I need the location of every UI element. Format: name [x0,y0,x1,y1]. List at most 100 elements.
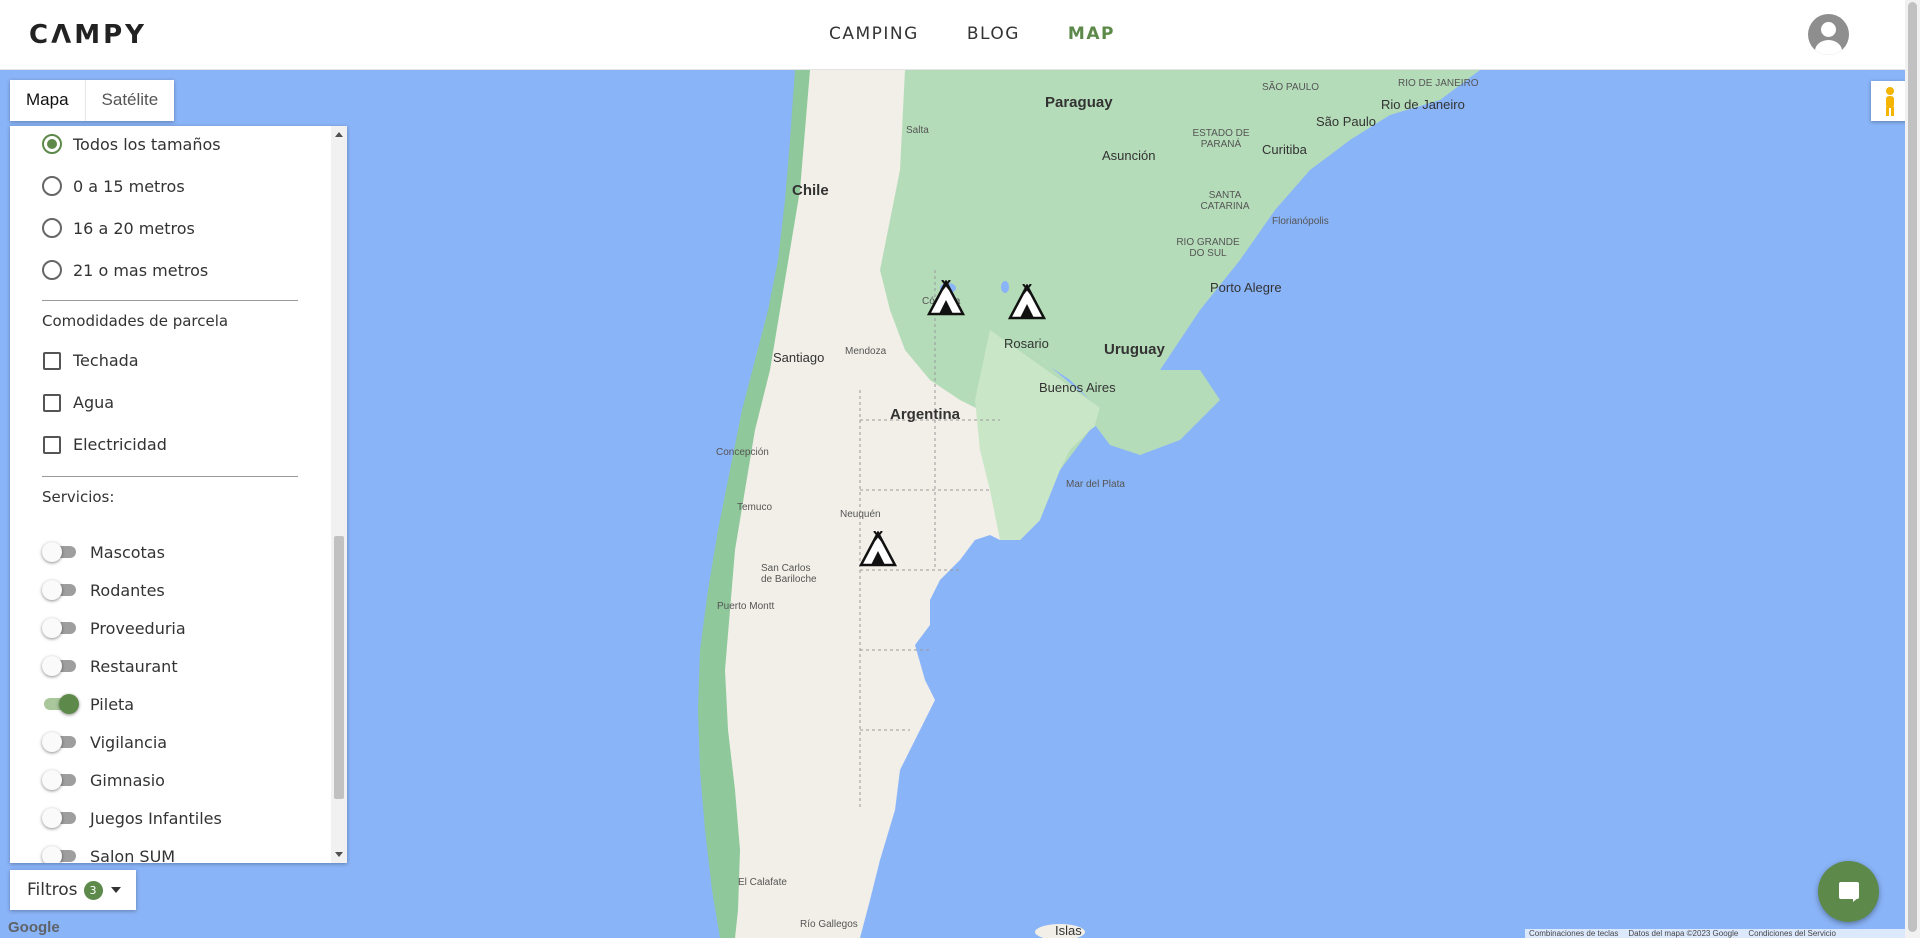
main-nav: CAMPING BLOG MAP [829,24,1115,44]
checkbox[interactable] [43,435,61,454]
service-toggle[interactable]: Vigilancia [42,732,167,752]
service-toggle[interactable]: Restaurant [42,656,178,676]
toggle-switch[interactable] [42,580,78,600]
size-option-label: 16 a 20 metros [73,218,195,238]
divider [42,300,298,301]
size-option-label: 0 a 15 metros [73,176,185,196]
service-toggle[interactable]: Proveeduria [42,618,186,638]
label-rio-de-janeiro: Rio de Janeiro [1381,97,1465,112]
scrollbar-thumb[interactable] [334,536,344,799]
chat-button[interactable] [1818,861,1879,922]
campy-logo[interactable]: CΛMPY [29,20,147,50]
amenity-option[interactable]: Electricidad [42,435,167,454]
label-bariloche: San Carlos de Bariloche [761,563,817,585]
toggle-switch[interactable] [42,770,78,790]
label-curitiba: Curitiba [1262,142,1307,157]
service-toggle[interactable]: Salon SUM [42,846,175,863]
service-label: Rodantes [90,580,165,600]
label-paraguay: Paraguay [1045,94,1113,111]
panel-scrollbar[interactable] [331,126,347,863]
label-porto-alegre: Porto Alegre [1210,280,1282,295]
map-attribution: Combinaciones de teclas Datos del mapa ©… [1525,929,1905,938]
map-type-satelite-button[interactable]: Satélite [86,80,175,121]
map-type-mapa-button[interactable]: Mapa [10,80,86,121]
user-avatar-icon[interactable] [1808,14,1849,55]
nav-camping[interactable]: CAMPING [829,24,919,44]
label-mar-del-plata: Mar del Plata [1066,479,1125,490]
service-toggle[interactable]: Juegos Infantiles [42,808,222,828]
service-label: Juegos Infantiles [90,808,222,828]
filters-toggle-button[interactable]: Filtros 3 [10,870,136,910]
avatar-body [1815,40,1842,55]
size-option[interactable]: 21 o mas metros [42,260,208,280]
radio[interactable] [42,176,62,196]
nav-map[interactable]: MAP [1068,24,1115,44]
size-option[interactable]: 16 a 20 metros [42,218,195,238]
toggle-switch[interactable] [42,656,78,676]
terms-link[interactable]: Condiciones del Servicio [1748,929,1836,938]
toggle-switch-on[interactable] [42,694,79,714]
label-uruguay: Uruguay [1104,341,1165,358]
service-toggle[interactable]: Pileta [42,694,134,714]
amenity-label: Electricidad [73,435,167,454]
toggle-switch[interactable] [42,732,78,752]
radio[interactable] [42,218,62,238]
filters-toggle-label: Filtros [27,880,78,900]
amenity-label: Agua [73,393,115,412]
toggle-switch[interactable] [42,846,78,863]
amenities-title: Comodidades de parcela [42,312,229,330]
label-rosario: Rosario [1004,336,1049,351]
service-toggle[interactable]: Gimnasio [42,770,165,790]
service-label: Pileta [90,694,135,714]
radio[interactable] [42,260,62,280]
label-islas: Islas [1055,923,1082,938]
scroll-up-arrow-icon[interactable] [335,132,343,137]
camping-marker-icon[interactable] [1006,284,1048,322]
camping-marker-icon[interactable] [925,280,967,318]
service-label: Salon SUM [90,846,176,864]
service-toggle[interactable]: Mascotas [42,542,165,562]
toggle-switch[interactable] [42,808,78,828]
label-asuncion: Asunción [1102,148,1156,163]
size-option[interactable]: Todos los tamaños [42,134,221,154]
label-chile: Chile [792,182,829,199]
toggle-switch[interactable] [42,542,78,562]
street-view-pegman-icon[interactable] [1871,81,1909,121]
label-argentina: Argentina [890,406,961,423]
label-santiago: Santiago [773,350,825,365]
label-salta: Salta [906,125,929,136]
label-sao-paulo-state: SÃO PAULO [1262,82,1320,93]
chat-bubble-tail [1853,897,1859,902]
page-scrollbar-thumb[interactable] [1908,2,1917,932]
amenity-option[interactable]: Techada [42,351,139,370]
scroll-down-arrow-icon[interactable] [335,852,343,857]
nav-blog[interactable]: BLOG [967,24,1020,44]
label-rio-grande-do-sul: RIO GRANDE DO SUL [1176,237,1240,259]
amenity-option[interactable]: Agua [42,393,114,412]
map-type-control: Mapa Satélite [10,80,175,121]
label-concepcion: Concepción [716,447,769,458]
camping-marker-icon[interactable] [857,531,899,569]
checkbox[interactable] [43,351,61,370]
label-mendoza: Mendoza [845,346,887,357]
radio-selected[interactable] [42,134,62,154]
service-toggle[interactable]: Rodantes [42,580,165,600]
size-option[interactable]: 0 a 15 metros [42,176,185,196]
label-buenos-aires: Buenos Aires [1039,380,1116,395]
label-parana: ESTADO DE PARANÁ [1192,128,1250,150]
map-data-text: Datos del mapa ©2023 Google [1628,929,1739,938]
page-scrollbar[interactable] [1905,0,1920,938]
size-option-label: 21 o mas metros [73,260,209,280]
service-label: Restaurant [90,656,178,676]
avatar-head [1821,22,1836,37]
keyboard-shortcuts-link[interactable]: Combinaciones de teclas [1529,929,1618,938]
label-florianopolis: Florianópolis [1272,216,1329,227]
label-rio-de-janeiro-state: RIO DE JANEIRO [1398,78,1479,89]
label-el-calafate: El Calafate [738,877,787,888]
filters-panel[interactable]: Todos los tamaños 0 a 15 metros 16 a 20 … [10,126,347,863]
google-logo[interactable]: Google [8,919,60,936]
checkbox[interactable] [43,393,61,412]
toggle-switch[interactable] [42,618,78,638]
label-sao-paulo: São Paulo [1316,114,1376,129]
divider [42,476,298,477]
